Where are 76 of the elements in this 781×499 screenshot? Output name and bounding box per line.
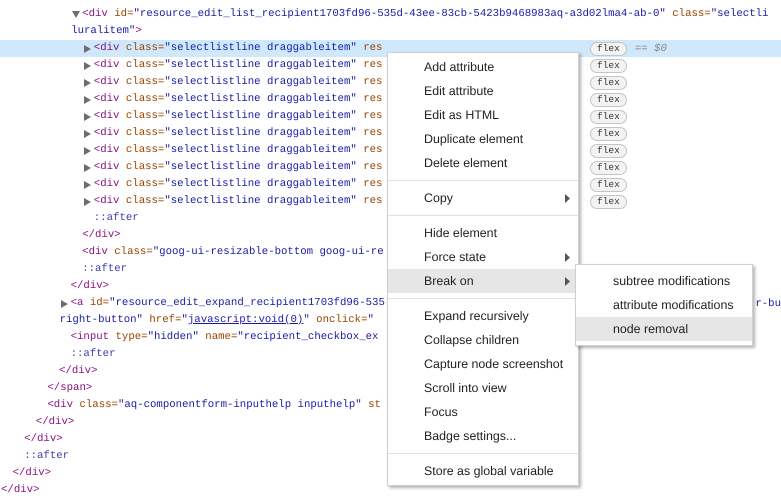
selected-row[interactable]: <div class="selectlistline draggableitem" res flex == $0 bbox=[0, 40, 781, 57]
triangle-right-icon[interactable] bbox=[84, 96, 91, 104]
triangle-right-icon[interactable] bbox=[84, 44, 91, 52]
triangle-right-icon[interactable] bbox=[84, 180, 91, 188]
code-line[interactable]: r-bu bbox=[755, 298, 781, 310]
menu-item[interactable]: Delete element bbox=[388, 151, 578, 175]
menu-item[interactable]: Store as global variable bbox=[388, 459, 578, 483]
layout-badge[interactable]: flex bbox=[590, 178, 627, 192]
code-line[interactable]: </div> bbox=[82, 227, 121, 244]
menu-item[interactable]: subtree modifications bbox=[576, 269, 752, 293]
code-line[interactable]: <a id="resource_edit_expand_recipient1703fd96-535 bbox=[70, 295, 385, 312]
triangle-right-icon[interactable] bbox=[84, 130, 91, 138]
code-line[interactable]: <div class="selectlistline draggableitem" res bbox=[94, 176, 382, 193]
code-line[interactable]: <input type="hidden" name="recipient_checkbox_ex bbox=[70, 329, 378, 346]
menu-item[interactable]: Capture node screenshot bbox=[388, 352, 578, 376]
code-line[interactable]: </div> bbox=[36, 414, 74, 431]
menu-item[interactable]: Copy bbox=[388, 186, 578, 210]
code-line[interactable]: <div class="selectlistline draggableitem" res bbox=[94, 74, 382, 91]
code-line[interactable]: </div> bbox=[70, 278, 110, 295]
layout-badge[interactable]: flex bbox=[590, 160, 627, 174]
code-line[interactable]: <div class="selectlistline draggableitem" res bbox=[94, 40, 382, 57]
code-line[interactable]: <div class="selectlistline draggableitem" res bbox=[94, 193, 382, 210]
code-line[interactable]: <div class="selectlistline draggableitem" res bbox=[94, 108, 382, 125]
code-line[interactable]: <div class="selectlistline draggableitem" res bbox=[94, 159, 382, 176]
menu-item[interactable]: Focus bbox=[388, 400, 578, 424]
menu-item[interactable]: Scroll into view bbox=[388, 376, 578, 400]
submenu-arrow-icon bbox=[565, 194, 570, 202]
triangle-right-icon[interactable] bbox=[84, 198, 91, 206]
menu-item[interactable]: Break on bbox=[388, 269, 578, 293]
code-line[interactable]: ::after bbox=[70, 346, 116, 363]
layout-badge[interactable]: flex bbox=[590, 42, 627, 56]
code-line[interactable]: </span> bbox=[47, 380, 92, 397]
code-line[interactable]: <div class="selectlistline draggableitem" res bbox=[94, 125, 382, 142]
console-reference: == $0 bbox=[634, 42, 667, 54]
menu-item[interactable]: Edit as HTML bbox=[388, 103, 578, 127]
code-line[interactable]: <div id="resource_edit_list_recipient1703fd96-535d-43ee-83cb-5423b9468983aq-a3d02lma4-ab-0" class="selectli bbox=[82, 6, 768, 23]
layout-badge[interactable]: flex bbox=[590, 194, 627, 208]
menu-item[interactable]: Badge settings... bbox=[388, 424, 578, 448]
code-line[interactable]: ::after bbox=[24, 448, 70, 465]
code-line[interactable]: ::after bbox=[94, 210, 139, 227]
triangle-right-icon[interactable] bbox=[84, 78, 91, 86]
layout-badge[interactable]: flex bbox=[590, 144, 627, 158]
code-line[interactable]: <div class="aq-componentform-inputhelp inputhelp" st bbox=[47, 397, 381, 414]
code-line[interactable]: </div> bbox=[12, 465, 52, 482]
code-line[interactable]: <div class="goog-ui-resizable-bottom goog-ui-re bbox=[82, 244, 384, 261]
triangle-right-icon[interactable] bbox=[84, 112, 91, 120]
submenu-arrow-icon bbox=[565, 276, 570, 286]
code-line[interactable]: </div> bbox=[24, 431, 63, 448]
code-line[interactable]: right-button" href="javascript:void(0)" onclick=" bbox=[60, 314, 374, 326]
menu-item[interactable]: Edit attribute bbox=[388, 79, 578, 103]
code-line[interactable]: ::after bbox=[82, 261, 128, 278]
menu-item[interactable]: Force state bbox=[388, 245, 578, 269]
code-line[interactable]: <div class="selectlistline draggableitem" res bbox=[94, 91, 382, 108]
code-line[interactable]: luralitem"> bbox=[71, 25, 142, 37]
menu-item[interactable]: attribute modifications bbox=[576, 293, 752, 317]
triangle-right-icon[interactable] bbox=[84, 164, 91, 172]
layout-badge[interactable]: flex bbox=[590, 126, 627, 140]
layout-badge[interactable]: flex bbox=[590, 58, 627, 72]
menu-item[interactable]: Add attribute bbox=[388, 55, 578, 79]
layout-badge[interactable]: flex bbox=[590, 110, 627, 124]
triangle-right-icon[interactable] bbox=[84, 146, 91, 154]
menu-item[interactable]: Duplicate element bbox=[388, 127, 578, 151]
submenu-arrow-icon bbox=[565, 252, 570, 262]
triangle-right-icon[interactable] bbox=[84, 62, 91, 70]
menu-item[interactable]: Hide element bbox=[388, 221, 578, 245]
code-line[interactable]: <div class="selectlistline draggableitem" res bbox=[94, 57, 382, 74]
layout-badge[interactable]: flex bbox=[590, 92, 627, 106]
menu-item[interactable]: Collapse children bbox=[388, 328, 578, 352]
code-line[interactable]: <div class="selectlistline draggableitem" res bbox=[94, 142, 382, 159]
code-line[interactable]: </div> bbox=[1, 482, 40, 499]
code-line[interactable]: </div> bbox=[59, 363, 98, 380]
menu-item[interactable]: Expand recursively bbox=[388, 304, 578, 328]
triangle-down-icon[interactable] bbox=[72, 11, 80, 18]
menu-item[interactable]: node removal bbox=[576, 317, 752, 341]
triangle-right-icon[interactable] bbox=[60, 300, 68, 308]
layout-badge[interactable]: flex bbox=[590, 76, 627, 90]
